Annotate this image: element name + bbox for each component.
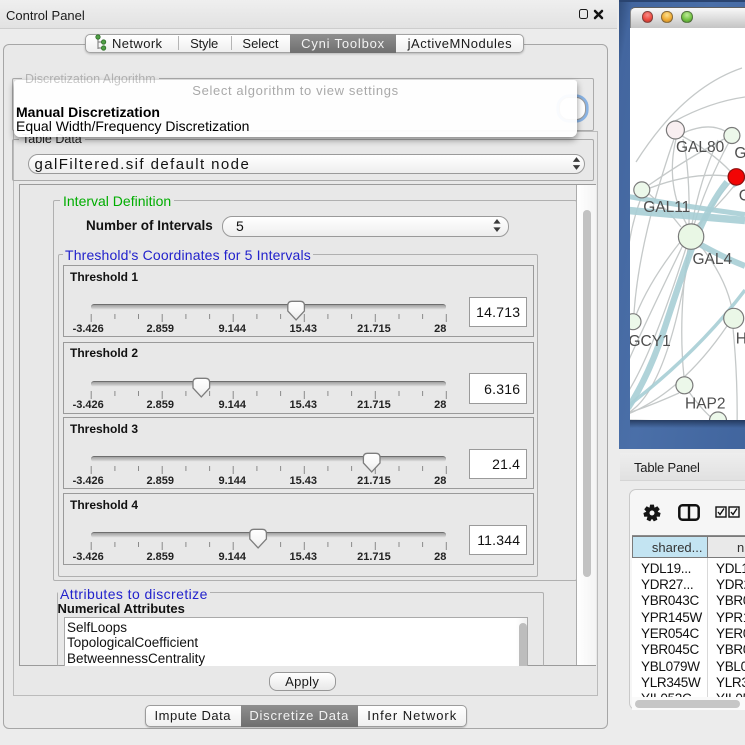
svg-text:CY: CY <box>739 188 745 205</box>
svg-text:GAL4: GAL4 <box>693 251 733 268</box>
svg-text:GA: GA <box>734 145 745 162</box>
svg-text:HI: HI <box>736 331 745 348</box>
svg-text:GAL11: GAL11 <box>643 199 690 216</box>
svg-text:HAP2: HAP2 <box>685 396 726 413</box>
svg-text:GCY1: GCY1 <box>630 333 671 350</box>
svg-text:GAL80: GAL80 <box>676 139 725 156</box>
